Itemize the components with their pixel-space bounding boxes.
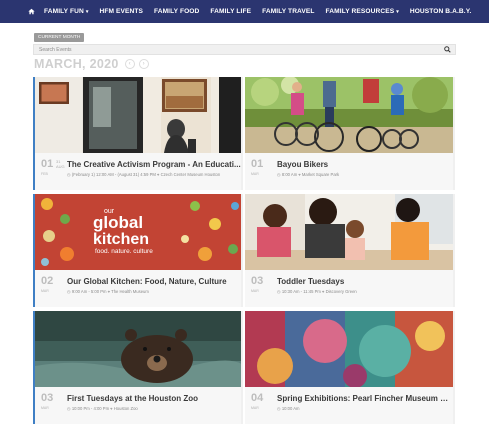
location-icon: ⌖ — [322, 289, 325, 294]
clock-icon: ◷ — [277, 406, 281, 411]
event-card[interactable]: 03 MAR First Tuesdays at the Houston Zoo… — [33, 311, 243, 424]
event-title[interactable]: Our Global Kitchen: Food, Nature, Cultur… — [67, 277, 241, 286]
event-end-day: 31 AUG — [56, 159, 65, 169]
event-meta: ◷ 10:00 Pm - 4:00 Pm ⌖ Houston Zoo — [67, 406, 138, 411]
current-month-button[interactable]: CURRENT MONTH — [34, 33, 85, 42]
clock-icon: ◷ — [277, 289, 281, 294]
month-header: MARCH, 2020 ‹ › — [34, 57, 149, 71]
location-icon: ⌖ — [107, 289, 111, 294]
clock-icon: ◷ — [67, 406, 71, 411]
event-day: 01 — [251, 158, 264, 170]
event-image-art[interactable] — [245, 311, 453, 387]
event-card[interactable]: 01 MAR Bayou Bikers ◷ 8:00 Am ⌖ Market S… — [245, 77, 455, 190]
event-card[interactable]: 03 MAR Toddler Tuesdays ◷ 10:30 Am - 11:… — [245, 194, 455, 307]
nav-houston-baby[interactable]: HOUSTON B.A.B.Y. — [410, 8, 472, 15]
kitchen-sign-global: global — [93, 213, 143, 232]
event-meta: ◷ 10:00 Am — [277, 406, 300, 411]
home-icon[interactable] — [28, 8, 44, 15]
prev-month-button[interactable]: ‹ — [124, 59, 135, 69]
event-info: 04 MAR Spring Exhibitions: Pearl Fincher… — [245, 387, 453, 424]
location-icon: ⌖ — [157, 172, 160, 177]
event-info: 03 MAR Toddler Tuesdays ◷ 10:30 Am - 11:… — [245, 270, 453, 307]
event-title[interactable]: Spring Exhibitions: Pearl Fincher Museum… — [277, 394, 451, 403]
nav-family-life[interactable]: FAMILY LIFE — [210, 8, 251, 15]
event-month: MAR — [41, 289, 49, 293]
event-meta: ◷ 10:30 Am - 11:45 Pm ⌖ Discovery Green — [277, 289, 357, 294]
event-card[interactable]: our global kitchen food. nature. culture… — [33, 194, 243, 307]
nav-hfm-events[interactable]: HFM EVENTS — [99, 8, 143, 15]
nav-family-food[interactable]: FAMILY FOOD — [154, 8, 199, 15]
event-month: MAR — [251, 289, 259, 293]
event-meta: ◷ 9:00 Am - 5:00 Pm ⌖ The Health Museum — [67, 289, 149, 294]
event-card[interactable]: 01 FEB 31 AUG The Creative Activism Progr… — [33, 77, 243, 190]
event-info: 02 MAR Our Global Kitchen: Food, Nature,… — [35, 270, 241, 307]
top-navbar: FAMILY FUN ▾ HFM EVENTS FAMILY FOOD FAMIL… — [0, 0, 489, 23]
clock-icon: ◷ — [277, 172, 281, 177]
event-month: MAR — [41, 406, 49, 410]
chevron-down-icon: ▾ — [85, 8, 89, 15]
event-info: 01 MAR Bayou Bikers ◷ 8:00 Am ⌖ Market S… — [245, 153, 453, 190]
clock-icon: ◷ — [67, 289, 71, 294]
event-day: 03 — [41, 392, 54, 404]
event-card[interactable]: 04 MAR Spring Exhibitions: Pearl Fincher… — [245, 311, 455, 424]
event-title[interactable]: First Tuesdays at the Houston Zoo — [67, 394, 241, 403]
event-day: 02 — [41, 275, 54, 287]
clock-icon: ◷ — [67, 172, 71, 177]
event-info: 03 MAR First Tuesdays at the Houston Zoo… — [35, 387, 241, 424]
nav-family-fun[interactable]: FAMILY FUN ▾ — [44, 8, 88, 15]
event-meta: ◷ (February 1) 12:00 AM - (August 31) 4:… — [67, 172, 221, 177]
event-image-toddlers[interactable] — [245, 194, 453, 270]
location-icon: ⌖ — [298, 172, 301, 177]
event-title[interactable]: Bayou Bikers — [277, 160, 451, 169]
event-image-global-kitchen[interactable]: our global kitchen food. nature. culture — [35, 194, 241, 270]
search-icon[interactable] — [444, 46, 451, 53]
event-image-bear[interactable] — [35, 311, 241, 387]
nav-family-travel[interactable]: FAMILY TRAVEL — [262, 8, 314, 15]
chevron-down-icon: ▾ — [396, 8, 399, 15]
next-month-button[interactable]: › — [138, 59, 149, 69]
event-month: MAR — [251, 406, 259, 410]
event-image-gallery[interactable] — [35, 77, 241, 153]
event-title[interactable]: Toddler Tuesdays — [277, 277, 451, 286]
event-day: 03 — [251, 275, 264, 287]
month-title: MARCH, 2020 — [34, 57, 119, 71]
location-icon: ⌖ — [110, 406, 113, 411]
event-day: 01 — [41, 158, 54, 170]
nav-family-resources[interactable]: FAMILY RESOURCES ▾ — [326, 8, 399, 15]
search-input[interactable]: Search Events — [33, 44, 456, 55]
event-meta: ◷ 8:00 Am ⌖ Market Square Park — [277, 172, 340, 177]
search-placeholder: Search Events — [39, 47, 72, 53]
event-month: FEB — [41, 172, 48, 176]
event-title[interactable]: The Creative Activism Program - An Educa… — [67, 160, 241, 169]
event-month: MAR — [251, 172, 259, 176]
kitchen-sign-tagline: food. nature. culture — [95, 248, 153, 255]
event-info: 01 FEB 31 AUG The Creative Activism Progr… — [35, 153, 241, 190]
kitchen-sign-kitchen: kitchen — [93, 231, 149, 248]
event-image-bikers[interactable] — [245, 77, 453, 153]
event-day: 04 — [251, 392, 264, 404]
